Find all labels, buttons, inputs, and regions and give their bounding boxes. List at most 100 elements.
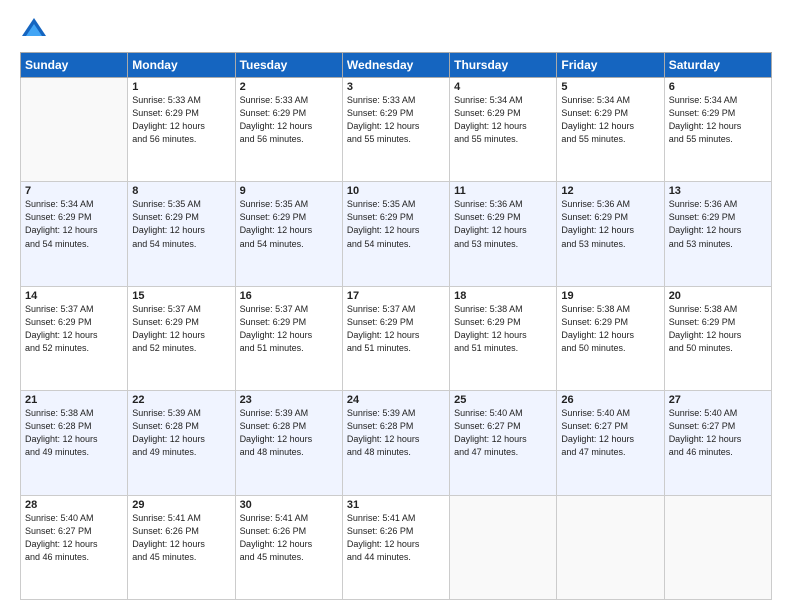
page: SundayMondayTuesdayWednesdayThursdayFrid… <box>0 0 792 612</box>
day-info: Sunrise: 5:38 AM Sunset: 6:29 PM Dayligh… <box>669 303 767 355</box>
week-row-3: 14Sunrise: 5:37 AM Sunset: 6:29 PM Dayli… <box>21 286 772 390</box>
day-cell: 29Sunrise: 5:41 AM Sunset: 6:26 PM Dayli… <box>128 495 235 599</box>
day-info: Sunrise: 5:40 AM Sunset: 6:27 PM Dayligh… <box>669 407 767 459</box>
day-cell: 11Sunrise: 5:36 AM Sunset: 6:29 PM Dayli… <box>450 182 557 286</box>
day-info: Sunrise: 5:41 AM Sunset: 6:26 PM Dayligh… <box>240 512 338 564</box>
day-number: 15 <box>132 290 230 302</box>
day-info: Sunrise: 5:35 AM Sunset: 6:29 PM Dayligh… <box>347 198 445 250</box>
day-info: Sunrise: 5:36 AM Sunset: 6:29 PM Dayligh… <box>669 198 767 250</box>
day-info: Sunrise: 5:34 AM Sunset: 6:29 PM Dayligh… <box>454 94 552 146</box>
header <box>20 16 772 44</box>
day-cell: 13Sunrise: 5:36 AM Sunset: 6:29 PM Dayli… <box>664 182 771 286</box>
day-info: Sunrise: 5:35 AM Sunset: 6:29 PM Dayligh… <box>240 198 338 250</box>
day-info: Sunrise: 5:34 AM Sunset: 6:29 PM Dayligh… <box>669 94 767 146</box>
day-info: Sunrise: 5:40 AM Sunset: 6:27 PM Dayligh… <box>25 512 123 564</box>
day-number: 9 <box>240 185 338 197</box>
day-cell: 14Sunrise: 5:37 AM Sunset: 6:29 PM Dayli… <box>21 286 128 390</box>
day-number: 28 <box>25 499 123 511</box>
day-cell: 25Sunrise: 5:40 AM Sunset: 6:27 PM Dayli… <box>450 391 557 495</box>
day-cell: 6Sunrise: 5:34 AM Sunset: 6:29 PM Daylig… <box>664 78 771 182</box>
day-number: 26 <box>561 394 659 406</box>
day-info: Sunrise: 5:33 AM Sunset: 6:29 PM Dayligh… <box>347 94 445 146</box>
day-cell: 24Sunrise: 5:39 AM Sunset: 6:28 PM Dayli… <box>342 391 449 495</box>
day-info: Sunrise: 5:39 AM Sunset: 6:28 PM Dayligh… <box>240 407 338 459</box>
day-cell: 20Sunrise: 5:38 AM Sunset: 6:29 PM Dayli… <box>664 286 771 390</box>
day-number: 5 <box>561 81 659 93</box>
day-cell: 10Sunrise: 5:35 AM Sunset: 6:29 PM Dayli… <box>342 182 449 286</box>
day-cell <box>21 78 128 182</box>
logo <box>20 16 52 44</box>
day-info: Sunrise: 5:38 AM Sunset: 6:29 PM Dayligh… <box>561 303 659 355</box>
day-number: 18 <box>454 290 552 302</box>
day-info: Sunrise: 5:35 AM Sunset: 6:29 PM Dayligh… <box>132 198 230 250</box>
day-number: 17 <box>347 290 445 302</box>
day-info: Sunrise: 5:41 AM Sunset: 6:26 PM Dayligh… <box>347 512 445 564</box>
day-cell: 15Sunrise: 5:37 AM Sunset: 6:29 PM Dayli… <box>128 286 235 390</box>
day-number: 14 <box>25 290 123 302</box>
day-number: 1 <box>132 81 230 93</box>
day-cell: 7Sunrise: 5:34 AM Sunset: 6:29 PM Daylig… <box>21 182 128 286</box>
day-number: 8 <box>132 185 230 197</box>
week-row-4: 21Sunrise: 5:38 AM Sunset: 6:28 PM Dayli… <box>21 391 772 495</box>
day-number: 13 <box>669 185 767 197</box>
day-cell: 31Sunrise: 5:41 AM Sunset: 6:26 PM Dayli… <box>342 495 449 599</box>
day-cell <box>664 495 771 599</box>
day-info: Sunrise: 5:40 AM Sunset: 6:27 PM Dayligh… <box>561 407 659 459</box>
day-number: 16 <box>240 290 338 302</box>
day-cell: 12Sunrise: 5:36 AM Sunset: 6:29 PM Dayli… <box>557 182 664 286</box>
weekday-wednesday: Wednesday <box>342 53 449 78</box>
day-number: 11 <box>454 185 552 197</box>
day-info: Sunrise: 5:41 AM Sunset: 6:26 PM Dayligh… <box>132 512 230 564</box>
day-cell: 28Sunrise: 5:40 AM Sunset: 6:27 PM Dayli… <box>21 495 128 599</box>
day-cell: 8Sunrise: 5:35 AM Sunset: 6:29 PM Daylig… <box>128 182 235 286</box>
day-cell: 17Sunrise: 5:37 AM Sunset: 6:29 PM Dayli… <box>342 286 449 390</box>
day-number: 23 <box>240 394 338 406</box>
day-info: Sunrise: 5:39 AM Sunset: 6:28 PM Dayligh… <box>132 407 230 459</box>
day-cell: 21Sunrise: 5:38 AM Sunset: 6:28 PM Dayli… <box>21 391 128 495</box>
day-number: 4 <box>454 81 552 93</box>
day-info: Sunrise: 5:39 AM Sunset: 6:28 PM Dayligh… <box>347 407 445 459</box>
day-cell: 1Sunrise: 5:33 AM Sunset: 6:29 PM Daylig… <box>128 78 235 182</box>
day-number: 10 <box>347 185 445 197</box>
day-info: Sunrise: 5:36 AM Sunset: 6:29 PM Dayligh… <box>561 198 659 250</box>
day-number: 30 <box>240 499 338 511</box>
calendar-body: 1Sunrise: 5:33 AM Sunset: 6:29 PM Daylig… <box>21 78 772 600</box>
day-info: Sunrise: 5:34 AM Sunset: 6:29 PM Dayligh… <box>25 198 123 250</box>
weekday-friday: Friday <box>557 53 664 78</box>
calendar: SundayMondayTuesdayWednesdayThursdayFrid… <box>20 52 772 600</box>
day-cell: 5Sunrise: 5:34 AM Sunset: 6:29 PM Daylig… <box>557 78 664 182</box>
weekday-row: SundayMondayTuesdayWednesdayThursdayFrid… <box>21 53 772 78</box>
day-info: Sunrise: 5:34 AM Sunset: 6:29 PM Dayligh… <box>561 94 659 146</box>
day-info: Sunrise: 5:33 AM Sunset: 6:29 PM Dayligh… <box>240 94 338 146</box>
day-info: Sunrise: 5:40 AM Sunset: 6:27 PM Dayligh… <box>454 407 552 459</box>
week-row-2: 7Sunrise: 5:34 AM Sunset: 6:29 PM Daylig… <box>21 182 772 286</box>
day-cell: 30Sunrise: 5:41 AM Sunset: 6:26 PM Dayli… <box>235 495 342 599</box>
day-number: 24 <box>347 394 445 406</box>
weekday-thursday: Thursday <box>450 53 557 78</box>
day-info: Sunrise: 5:37 AM Sunset: 6:29 PM Dayligh… <box>240 303 338 355</box>
week-row-1: 1Sunrise: 5:33 AM Sunset: 6:29 PM Daylig… <box>21 78 772 182</box>
day-number: 7 <box>25 185 123 197</box>
day-cell: 18Sunrise: 5:38 AM Sunset: 6:29 PM Dayli… <box>450 286 557 390</box>
day-info: Sunrise: 5:33 AM Sunset: 6:29 PM Dayligh… <box>132 94 230 146</box>
day-cell: 19Sunrise: 5:38 AM Sunset: 6:29 PM Dayli… <box>557 286 664 390</box>
day-cell: 4Sunrise: 5:34 AM Sunset: 6:29 PM Daylig… <box>450 78 557 182</box>
day-info: Sunrise: 5:38 AM Sunset: 6:28 PM Dayligh… <box>25 407 123 459</box>
day-number: 19 <box>561 290 659 302</box>
day-cell: 16Sunrise: 5:37 AM Sunset: 6:29 PM Dayli… <box>235 286 342 390</box>
week-row-5: 28Sunrise: 5:40 AM Sunset: 6:27 PM Dayli… <box>21 495 772 599</box>
day-info: Sunrise: 5:36 AM Sunset: 6:29 PM Dayligh… <box>454 198 552 250</box>
day-cell: 9Sunrise: 5:35 AM Sunset: 6:29 PM Daylig… <box>235 182 342 286</box>
day-number: 20 <box>669 290 767 302</box>
day-number: 27 <box>669 394 767 406</box>
day-info: Sunrise: 5:37 AM Sunset: 6:29 PM Dayligh… <box>132 303 230 355</box>
day-number: 25 <box>454 394 552 406</box>
day-number: 29 <box>132 499 230 511</box>
day-number: 6 <box>669 81 767 93</box>
day-info: Sunrise: 5:37 AM Sunset: 6:29 PM Dayligh… <box>347 303 445 355</box>
day-cell: 2Sunrise: 5:33 AM Sunset: 6:29 PM Daylig… <box>235 78 342 182</box>
day-number: 31 <box>347 499 445 511</box>
day-info: Sunrise: 5:37 AM Sunset: 6:29 PM Dayligh… <box>25 303 123 355</box>
day-number: 2 <box>240 81 338 93</box>
day-cell: 3Sunrise: 5:33 AM Sunset: 6:29 PM Daylig… <box>342 78 449 182</box>
